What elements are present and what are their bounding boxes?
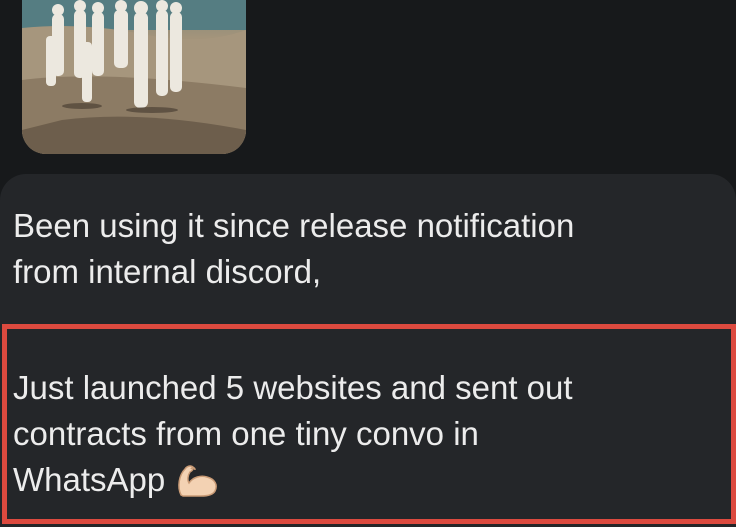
message-text-line: Just launched 5 websites and sent out xyxy=(13,369,573,406)
message-text-line-last: WhatsApp xyxy=(13,460,219,506)
message-text-line: WhatsApp xyxy=(13,461,166,498)
message-text-line: contracts from one tiny convo in xyxy=(13,415,479,452)
image-attachment[interactable] xyxy=(22,0,246,154)
beach-group-photo-icon xyxy=(22,0,246,154)
message-text-line: from internal discord, xyxy=(13,253,322,290)
flexed-biceps-icon xyxy=(175,461,219,506)
message-text-line: Been using it since release notification xyxy=(13,207,575,244)
chat-screen: Been using it since release notification… xyxy=(0,0,736,527)
